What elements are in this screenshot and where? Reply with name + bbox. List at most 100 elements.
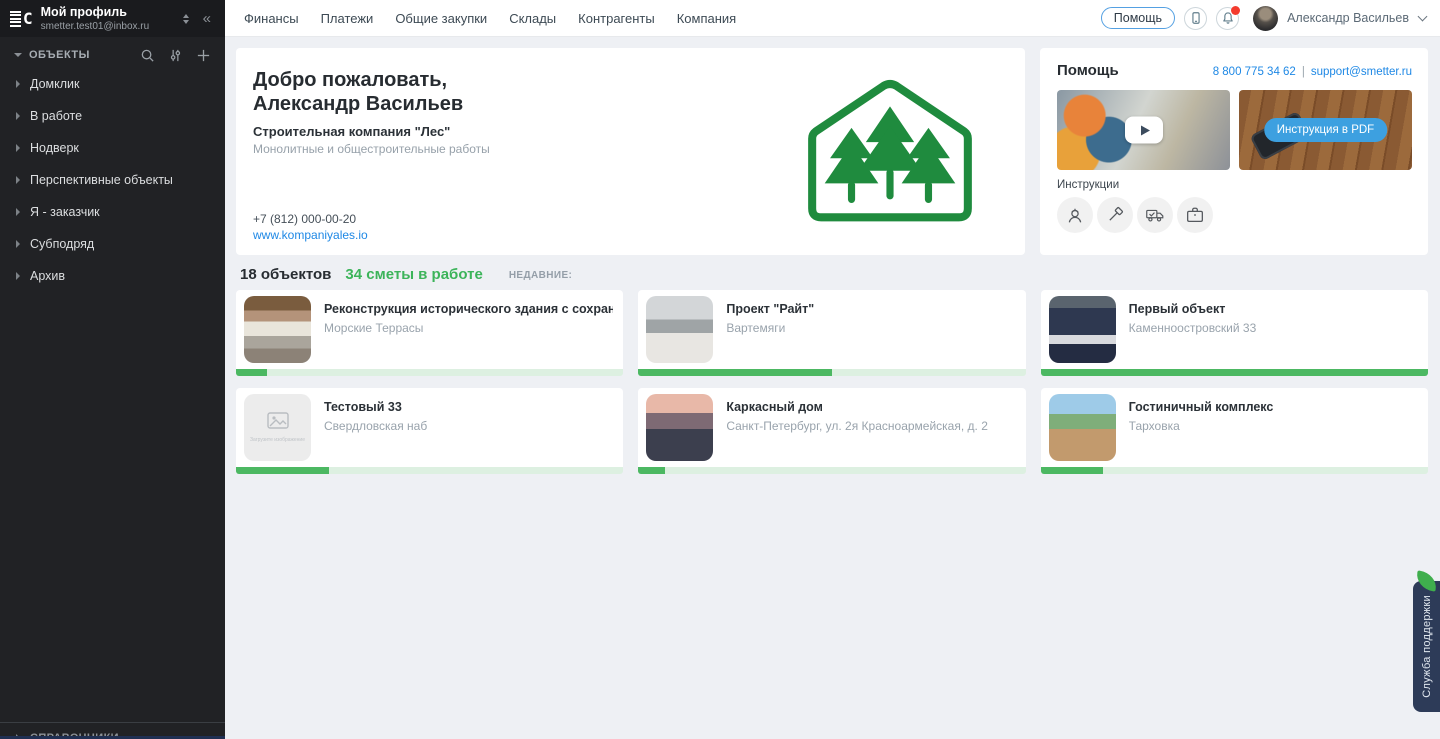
contact-separator: | [1302,66,1305,78]
instruction-hammer-icon[interactable] [1097,197,1133,233]
project-thumbnail [244,296,311,363]
support-chat-tab[interactable]: Служба поддержки [1413,581,1440,712]
nav-common-purchases[interactable]: Общие закупки [395,11,487,26]
sidebar: C Мой профиль smetter.test01@inbox.ru « … [0,0,225,739]
instruction-briefcase-icon[interactable] [1177,197,1213,233]
help-button[interactable]: Помощь [1101,7,1175,29]
chevron-right-icon [16,112,20,120]
project-card-gostinichnyj-kompleks[interactable]: Гостиничный комплекс Тарховка [1041,388,1428,474]
project-title: Гостиничный комплекс [1129,400,1418,414]
sidebar-item-domklik[interactable]: Домклик [0,68,225,100]
sidebar-item-arhiv[interactable]: Архив [0,260,225,292]
project-address: Каменноостровский 33 [1129,321,1418,335]
profile-title: Мой профиль [41,5,173,20]
progress-bar [1041,467,1428,474]
profile-header[interactable]: C Мой профиль smetter.test01@inbox.ru « [0,0,225,37]
sidebar-item-ya-zakazchik[interactable]: Я - заказчик [0,196,225,228]
project-address: Морские Террасы [324,321,613,335]
progress-fill [236,369,267,376]
nav-contractors[interactable]: Контрагенты [578,11,655,26]
project-thumbnail [1049,296,1116,363]
chevron-right-icon [16,272,20,280]
project-address: Свердловская наб [324,419,613,433]
profile-email: smetter.test01@inbox.ru [41,20,173,33]
project-title: Первый объект [1129,302,1418,316]
company-website-link[interactable]: www.kompaniyales.io [253,228,368,242]
placeholder-text: Загрузите изображение [250,437,305,443]
objects-section-label: ОБЪЕКТЫ [29,49,90,61]
pdf-instruction-button[interactable]: Инструкция в PDF [1264,118,1387,142]
objects-stats-row: 18 объектов 34 сметы в работе НЕДАВНИЕ: [240,266,572,283]
chevron-down-icon [14,53,22,57]
sidebar-item-label: Субподряд [30,237,94,251]
support-phone-link[interactable]: 8 800 775 34 62 [1213,66,1296,78]
progress-fill [1041,369,1428,376]
company-logo-trees-icon [805,73,975,236]
nav-payments[interactable]: Платежи [321,11,374,26]
topbar: Финансы Платежи Общие закупки Склады Контраг… [225,0,1440,37]
add-object-icon[interactable] [196,48,211,63]
project-address: Тарховка [1129,419,1418,433]
project-card-rayt[interactable]: Проект "Райт" Вартемяги [638,290,1025,376]
project-thumbnail: Загрузите изображение [244,394,311,461]
progress-bar [638,467,1025,474]
user-menu-name[interactable]: Александр Васильев [1287,11,1409,25]
sidebar-item-subpodryad[interactable]: Субподряд [0,228,225,260]
objects-section-header[interactable]: ОБЪЕКТЫ [0,44,225,66]
progress-fill [638,467,665,474]
progress-bar [236,369,623,376]
directories-section-label: СПРАВОЧНИКИ [30,732,119,739]
progress-bar [638,369,1025,376]
sidebar-item-label: В работе [30,109,82,123]
instruction-worker-icon[interactable] [1057,197,1093,233]
progress-bar [1041,369,1428,376]
sidebar-item-label: Нодверк [30,141,79,155]
welcome-card: Добро пожаловать, Александр Васильев Стр… [236,48,1025,255]
project-title: Каркасный дом [726,400,1015,414]
project-card-karkasnyj-dom[interactable]: Каркасный дом Санкт-Петербург, ул. 2я Кр… [638,388,1025,474]
help-video-tile[interactable] [1057,90,1230,170]
notifications-button[interactable] [1216,7,1239,30]
help-pdf-tile[interactable]: Инструкция в PDF [1239,90,1412,170]
project-card-pervyj-obekt[interactable]: Первый объект Каменноостровский 33 [1041,290,1428,376]
notification-badge [1231,6,1240,15]
project-thumbnail [646,394,713,461]
sidebar-item-v-rabote[interactable]: В работе [0,100,225,132]
chevron-down-icon[interactable] [1418,12,1428,22]
image-placeholder-icon [267,412,289,434]
recent-label: НЕДАВНИЕ: [509,270,572,281]
help-contacts: 8 800 775 34 62 | support@smetter.ru [1213,66,1412,78]
sidebar-item-nodverk[interactable]: Нодверк [0,132,225,164]
support-tab-label: Служба поддержки [1421,595,1433,698]
filter-icon[interactable] [168,48,183,63]
instruction-delivery-truck-icon[interactable] [1137,197,1173,233]
progress-fill [638,369,832,376]
project-thumbnail [646,296,713,363]
project-address: Санкт-Петербург, ул. 2я Красноармейская,… [726,419,1015,433]
collapse-sidebar-icon[interactable]: « [199,10,215,27]
progress-fill [236,467,329,474]
nav-finances[interactable]: Финансы [244,11,299,26]
mobile-app-button[interactable] [1184,7,1207,30]
welcome-title: Добро пожаловать, Александр Васильев [253,68,463,116]
phone-device-icon [1189,11,1203,25]
instructions-label: Инструкции [1057,179,1119,191]
chevron-right-icon [16,208,20,216]
support-email-link[interactable]: support@smetter.ru [1311,66,1412,78]
nav-warehouses[interactable]: Склады [509,11,556,26]
search-icon[interactable] [140,48,155,63]
play-icon [1141,125,1150,135]
nav-company[interactable]: Компания [677,11,737,26]
profile-switch-icon[interactable] [181,12,191,26]
sidebar-item-perspektivnye-obekty[interactable]: Перспективные объекты [0,164,225,196]
sidebar-item-label: Архив [30,269,65,283]
objects-count[interactable]: 18 объектов [240,266,331,283]
estimates-in-progress-count[interactable]: 34 сметы в работе [345,266,482,283]
project-card-testovyj-33[interactable]: Загрузите изображение Тестовый 33 Свердл… [236,388,623,474]
sidebar-item-label: Домклик [30,77,80,91]
directories-section-header[interactable]: СПРАВОЧНИКИ [0,722,225,739]
play-button[interactable] [1125,117,1163,144]
avatar[interactable] [1253,6,1278,31]
progress-bar [236,467,623,474]
project-card-rekonstrukciya[interactable]: Реконструкция исторического здания с сох… [236,290,623,376]
